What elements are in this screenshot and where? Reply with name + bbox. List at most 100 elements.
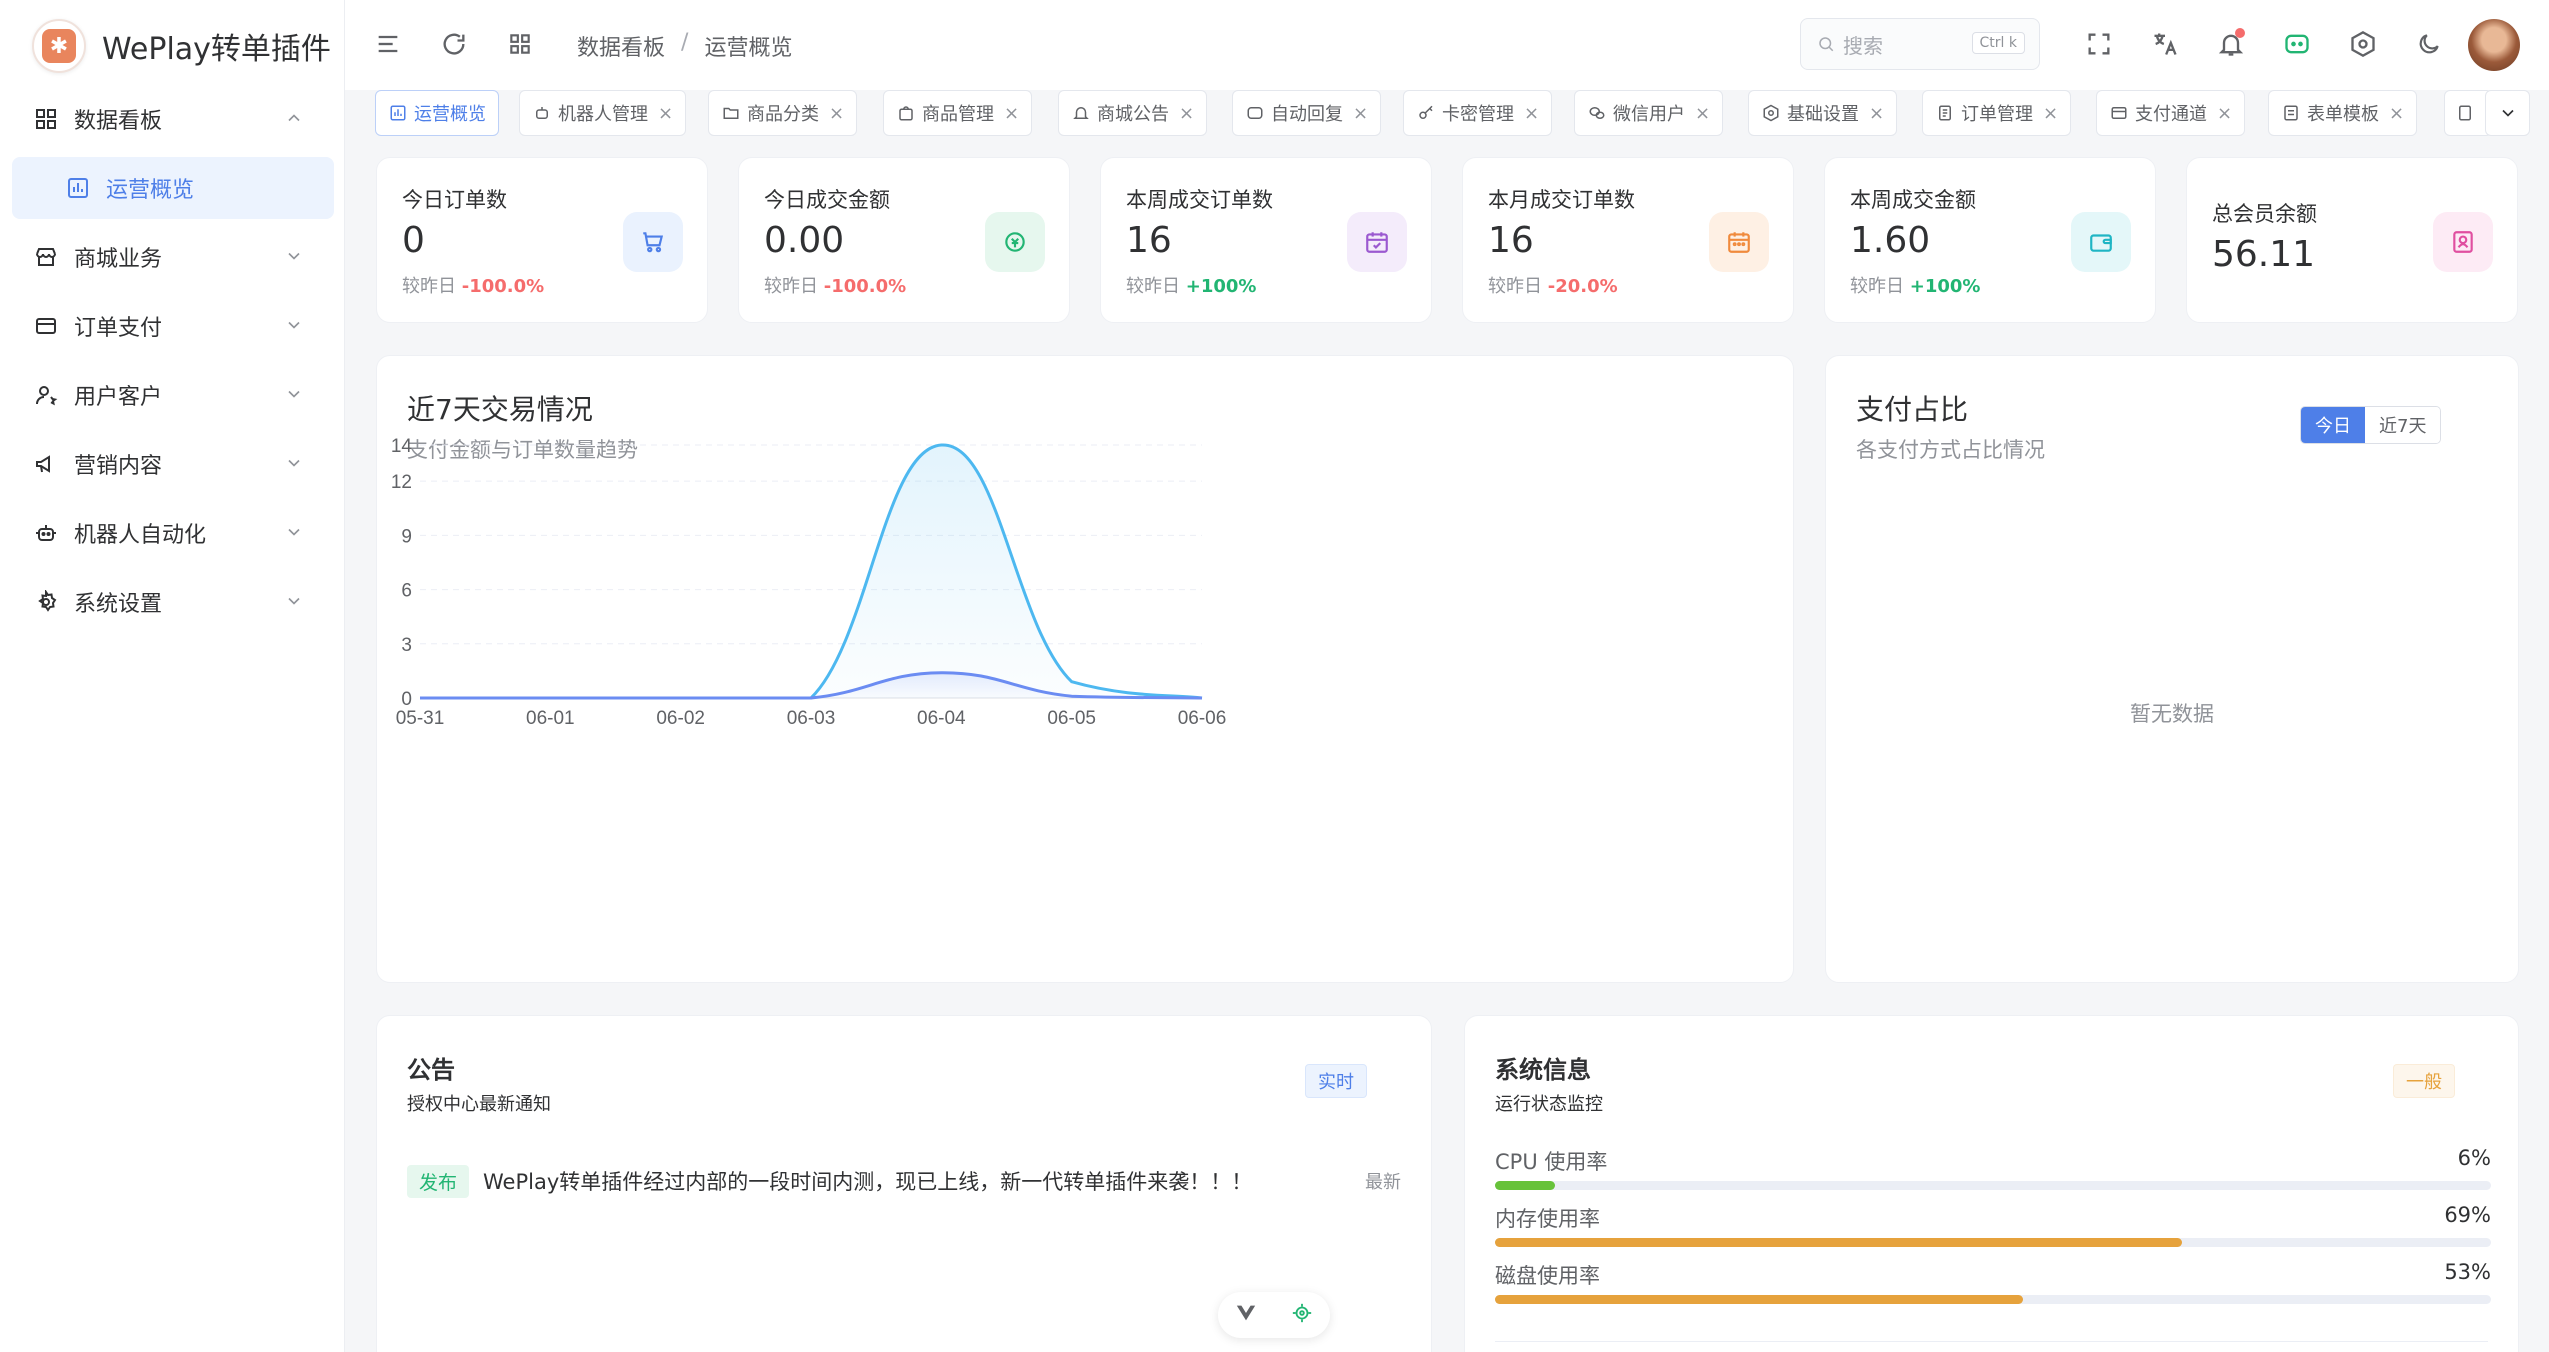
folder-icon (721, 103, 741, 123)
chat-icon[interactable] (2281, 28, 2313, 60)
tab-shop-notice[interactable]: 商城公告 × (1058, 90, 1208, 136)
sidebar-item-overview[interactable]: 运营概览 (12, 157, 334, 219)
stat-value: 0.00 (764, 220, 845, 261)
tab-overview[interactable]: 运营概览 (375, 90, 499, 136)
sidebar-item-orders[interactable]: 订单支付 (12, 295, 334, 357)
sidebar-item-users[interactable]: 用户客户 (12, 364, 334, 426)
translate-icon[interactable] (2149, 28, 2181, 60)
stat-compare: 较昨日 -100.0% (764, 276, 907, 297)
series-line (419, 443, 1203, 700)
tabs-dropdown-button[interactable] (2485, 90, 2530, 136)
close-icon[interactable]: × (2043, 103, 2058, 124)
top-header: 数据看板 / 运营概览 搜索 Ctrl k (345, 0, 2549, 90)
progress-fill (1495, 1181, 1555, 1190)
tab-payment-channel[interactable]: 支付通道 × (2096, 90, 2246, 136)
range-option-today[interactable]: 今日 (2301, 407, 2365, 443)
brand[interactable]: ✱ WePlay转单插件 (32, 18, 331, 74)
sidebar-item-label: 营销内容 (74, 454, 163, 479)
tab-label: 商品分类 (747, 104, 819, 125)
close-icon[interactable]: × (2389, 103, 2404, 124)
tab-label: 机器人管理 (558, 104, 648, 125)
stat-card: 本周成交订单数 16 较昨日 +100% (1100, 157, 1432, 323)
sidebar: ✱ WePlay转单插件 数据看板 运营概览 商城业务 订单支付 用户客户 营销… (0, 0, 345, 1352)
x-tick-label: 06-01 (526, 708, 575, 729)
tab-auto-reply[interactable]: 自动回复 × (1232, 90, 1382, 136)
sidebar-item-shop[interactable]: 商城业务 (12, 226, 334, 288)
metric-label: 磁盘使用率 (1495, 1264, 1600, 1288)
card-icon (32, 312, 60, 340)
stat-compare: 较昨日 -100.0% (402, 276, 545, 297)
stat-value: 1.60 (1850, 220, 1931, 261)
close-icon[interactable]: × (1869, 103, 1884, 124)
document-icon (2455, 103, 2475, 123)
notice-item[interactable]: 发布 WePlay转单插件经过内部的一段时间内测，现已上线，新一代转单插件来袭！… (407, 1161, 1401, 1201)
vue-devtools-icon[interactable] (1235, 1302, 1257, 1328)
locate-icon[interactable] (1291, 1302, 1313, 1328)
y-tick-label: 3 (401, 635, 412, 656)
stat-compare: 较昨日 +100% (1126, 276, 1257, 297)
cpu-progress-bar (1495, 1181, 2491, 1190)
series-area (420, 444, 1202, 698)
tab-basic-settings[interactable]: 基础设置 × (1748, 90, 1898, 136)
chevron-down-icon (288, 459, 300, 467)
system-info-panel: 系统信息 运行状态监控 一般 CPU 使用率 6% 内存使用率 69% 磁盘使用… (1464, 1015, 2519, 1352)
close-icon[interactable]: × (1179, 103, 1194, 124)
breadcrumb-item[interactable]: 数据看板 (577, 30, 665, 62)
metric-label: CPU 使用率 (1495, 1150, 1608, 1174)
fullscreen-icon[interactable] (2083, 28, 2115, 60)
search-icon (1819, 37, 1834, 52)
x-tick-label: 06-04 (917, 708, 966, 729)
range-toggle: 今日 近7天 (2300, 406, 2442, 444)
breadcrumb-item[interactable]: 运营概览 (704, 30, 792, 62)
panel-title: 系统信息 (1495, 1056, 1591, 1084)
stat-card: 本月成交订单数 16 较昨日 -20.0% (1462, 157, 1794, 323)
menu-toggle-icon[interactable] (372, 28, 404, 60)
tab-order-management[interactable]: 订单管理 × (1922, 90, 2072, 136)
chevron-down-icon (288, 321, 300, 329)
tab-product-category[interactable]: 商品分类 × (708, 90, 858, 136)
sidebar-item-marketing[interactable]: 营销内容 (12, 433, 334, 495)
avatar[interactable] (2468, 19, 2520, 71)
disk-progress-bar (1495, 1295, 2491, 1304)
sidebar-item-robot[interactable]: 机器人自动化 (12, 502, 334, 564)
tab-label: 基础设置 (1787, 104, 1859, 125)
floating-toolbar (1218, 1292, 1330, 1338)
tab-product-management[interactable]: 商品管理 × (883, 90, 1033, 136)
progress-fill (1495, 1238, 2183, 1247)
chevron-down-icon (2501, 109, 2514, 117)
dark-mode-icon[interactable] (2413, 28, 2445, 60)
tab-form-template[interactable]: 表单模板 × (2268, 90, 2418, 136)
close-icon[interactable]: × (658, 103, 673, 124)
search-input[interactable]: 搜索 Ctrl k (1800, 18, 2040, 70)
close-icon[interactable]: × (1524, 103, 1539, 124)
sidebar-item-label: 订单支付 (74, 316, 163, 341)
bag-icon (896, 103, 916, 123)
tab-wechat-users[interactable]: 微信用户 × (1574, 90, 1724, 136)
tab-robot-management[interactable]: 机器人管理 × (519, 90, 687, 136)
close-icon[interactable]: × (2217, 103, 2232, 124)
refresh-icon[interactable] (438, 28, 470, 60)
close-icon[interactable]: × (1695, 103, 1710, 124)
tab-card-key[interactable]: 卡密管理 × (1403, 90, 1553, 136)
sidebar-item-label: 机器人自动化 (74, 523, 207, 548)
notification-bell-icon[interactable] (2215, 28, 2247, 60)
tab-label: 支付通道 (2135, 104, 2207, 125)
y-tick-label: 0 (401, 689, 412, 710)
sidebar-item-settings[interactable]: 系统设置 (12, 571, 334, 633)
sidebar-item-dashboard[interactable]: 数据看板 (12, 88, 334, 150)
apps-grid-icon[interactable] (504, 28, 536, 60)
realtime-badge: 实时 (1305, 1064, 1367, 1098)
close-icon[interactable]: × (829, 103, 844, 124)
y-tick-label: 12 (391, 472, 412, 493)
panel-title: 支付占比 (1856, 393, 1969, 426)
calendar-icon (1709, 212, 1769, 272)
progress-fill (1495, 1295, 2023, 1304)
status-badge: 一般 (2393, 1064, 2455, 1098)
close-icon[interactable]: × (1004, 103, 1019, 124)
y-tick-label: 14 (391, 436, 413, 457)
close-icon[interactable]: × (1353, 103, 1368, 124)
range-option-7days[interactable]: 近7天 (2365, 407, 2441, 443)
settings-hex-icon[interactable] (2347, 28, 2379, 60)
sidebar-menu: 数据看板 运营概览 商城业务 订单支付 用户客户 营销内容 机器人自动化 系统设… (12, 88, 334, 640)
y-tick-label: 6 (401, 581, 412, 602)
